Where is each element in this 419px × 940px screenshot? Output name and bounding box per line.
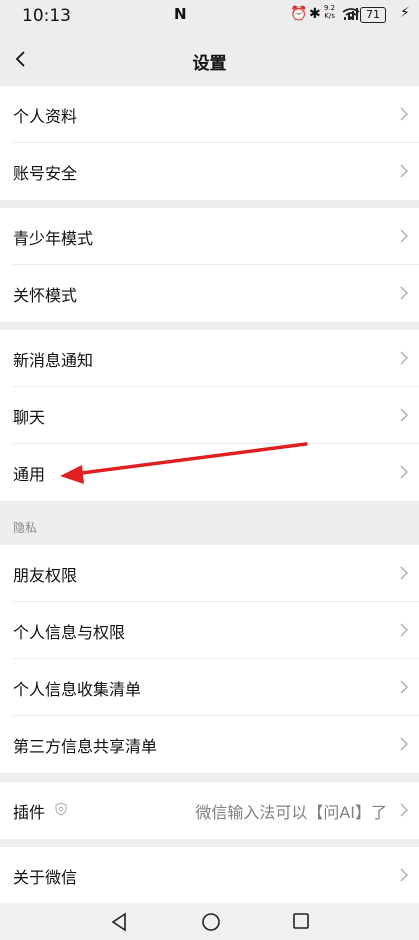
nav-back-icon[interactable] [110, 912, 128, 932]
annotation-arrow [60, 442, 308, 484]
system-nav-bar [0, 903, 419, 940]
nav-home-icon[interactable] [201, 912, 221, 932]
nav-recents-icon[interactable] [292, 912, 310, 930]
